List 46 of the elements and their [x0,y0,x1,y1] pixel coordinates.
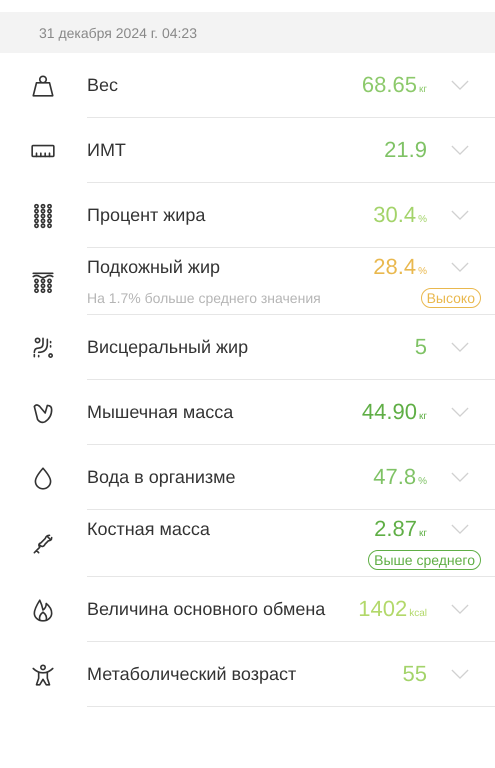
metric-row[interactable]: Величина основного обмена 1402 kcal [0,577,495,642]
metric-name: Мышечная масса [87,400,234,424]
metric-value: 28.4% [373,254,427,280]
chevron-down-icon [451,262,469,272]
metric-name: Вес [87,74,120,96]
metric-value: 47.8% [373,464,427,490]
status-tag: Высоко [420,288,481,308]
metric-row[interactable]: Процент жира 30.4% [0,183,495,248]
metric-value: 68.65 кг [362,72,427,98]
weight-icon [30,72,56,98]
metric-row[interactable]: Мышечная масса 44.90 кг [0,380,495,445]
metric-value: 1402 kcal [358,596,427,622]
status-tag: Выше среднего [368,550,481,570]
metric-value: 21.9 [384,137,427,163]
metric-name: Подкожный жир [87,256,222,278]
figure-icon [30,662,56,688]
metric-name: Величина основного обмена [87,598,326,620]
metric-value: 2.87 кг [374,516,427,542]
chevron-down-icon [451,342,469,352]
metric-name: Вода в организме [87,466,237,488]
metric-name: Костная масса [87,518,211,540]
metric-value: 44.90 кг [362,399,427,425]
metric-name: Висцеральный жир [87,336,250,358]
metric-row[interactable]: ИМТ 21.9 [0,118,495,183]
metric-row[interactable]: Вода в организме 47.8% [0,445,495,510]
metric-value: 5 [414,334,427,360]
chevron-down-icon [451,144,469,156]
metric-name: ИМТ [87,138,127,162]
metric-row[interactable]: Вес 68.65 кг [0,53,495,118]
chevron-down-icon [451,604,469,614]
chevron-down-icon [451,524,469,534]
metric-row[interactable]: Подкожный жир 28.4% На 1.7% больше среднего значения Высоко [0,248,495,315]
metric-row[interactable]: Метаболический возраст 55 [0,642,495,707]
chevron-down-icon [451,472,469,482]
comparison-note: На 1.7% больше среднего значения [87,290,321,306]
chevron-down-icon [451,406,469,418]
chevron-down-icon [451,668,469,680]
chevron-down-icon [451,80,469,90]
metric-name: Процент жира [87,204,206,226]
metric-row[interactable]: Висцеральный жир 5 [0,315,495,380]
metric-name: Метаболический возраст [87,662,298,686]
chevron-down-icon [451,210,469,220]
metric-value: 30.4% [373,202,427,228]
metric-value: 55 [402,661,427,687]
metric-row[interactable]: Костная масса 2.87 кг Выше среднего [0,510,495,577]
date-text: 31 декабря 2024 г. 04:23 [39,24,197,40]
